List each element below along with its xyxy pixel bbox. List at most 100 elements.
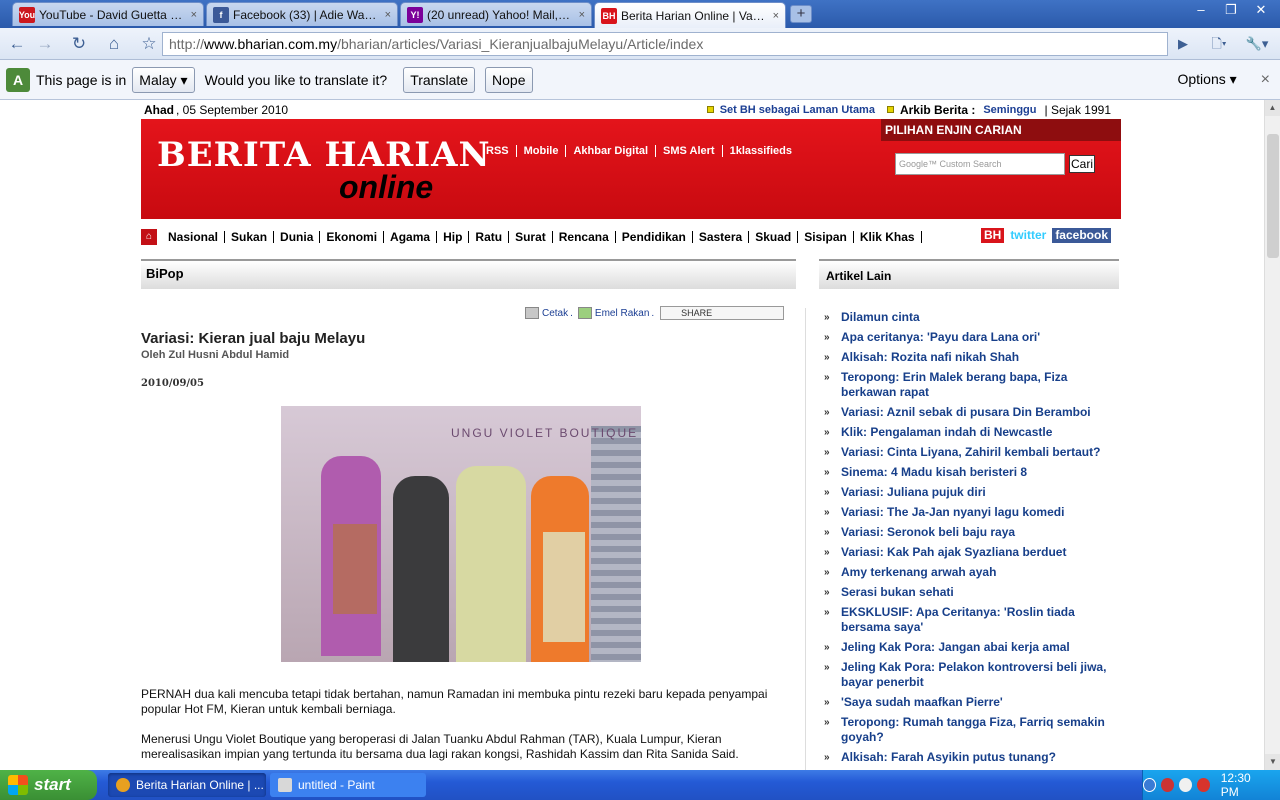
start-button[interactable]: start <box>0 770 97 800</box>
list-item[interactable]: » Teropong: Erin Malek berang bapa, Fiza … <box>824 370 1114 400</box>
page-menu-icon[interactable]: 🗋▾ <box>1204 33 1234 55</box>
tab-facebook[interactable]: f Facebook (33) | Adie Warid... × <box>206 2 398 26</box>
related-link[interactable]: EKSKLUSIF: Apa Ceritanya: 'Roslin tiada … <box>841 605 1075 634</box>
related-link[interactable]: Jeling Kak Pora: Pelakon kontroversi bel… <box>841 660 1106 689</box>
nav-item-surat[interactable]: Surat <box>509 231 553 243</box>
nav-item-klik-khas[interactable]: Klik Khas <box>854 231 922 243</box>
list-item[interactable]: » Variasi: Seronok beli baju raya <box>824 525 1114 540</box>
nav-item-sukan[interactable]: Sukan <box>225 231 275 243</box>
window-close-icon[interactable]: ✕ <box>1248 2 1274 18</box>
nav-item-rencana[interactable]: Rencana <box>553 231 616 243</box>
tab-youtube[interactable]: You YouTube - David Guetta & ... × <box>12 2 204 26</box>
printer-icon[interactable] <box>525 307 539 319</box>
list-item[interactable]: » EKSKLUSIF: Apa Ceritanya: 'Roslin tiada… <box>824 605 1114 635</box>
related-link[interactable]: Sinema: 4 Madu kisah beristeri 8 <box>841 465 1027 479</box>
related-link[interactable]: Teropong: Erin Malek berang bapa, Fiza b… <box>841 370 1067 399</box>
tray-security-icon[interactable] <box>1196 778 1210 792</box>
list-item[interactable]: » Klik: Pengalaman indah di Newcastle <box>824 425 1114 440</box>
new-tab-button[interactable]: + <box>790 5 812 23</box>
related-link[interactable]: Amy terkenang arwah ayah <box>841 565 996 579</box>
top-link-1klassifieds[interactable]: 1klassifieds <box>723 145 799 157</box>
translate-button[interactable]: Translate <box>403 66 476 93</box>
infobar-close-icon[interactable]: × <box>1261 71 1270 89</box>
list-item[interactable]: » Variasi: Cinta Liyana, Zahiril kembali … <box>824 445 1114 460</box>
scroll-down-icon[interactable]: ▼ <box>1265 754 1280 770</box>
related-link[interactable]: Variasi: Aznil sebak di pusara Din Beram… <box>841 405 1091 419</box>
taskbar-item-browser[interactable]: Berita Harian Online | ... <box>108 773 266 797</box>
minimize-icon[interactable]: – <box>1188 2 1214 18</box>
scroll-up-icon[interactable]: ▲ <box>1265 100 1280 116</box>
forward-icon[interactable]: → <box>34 33 56 55</box>
translate-options-menu[interactable]: Options ▾ <box>1177 71 1236 88</box>
twitter-icon[interactable]: twitter <box>1007 228 1050 243</box>
related-link[interactable]: 'Saya sudah maafkan Pierre' <box>841 695 1003 709</box>
related-link[interactable]: Klik: Pengalaman indah di Newcastle <box>841 425 1052 439</box>
nav-item-agama[interactable]: Agama <box>384 231 438 243</box>
nav-item-nasional[interactable]: Nasional <box>162 231 226 243</box>
search-input[interactable]: Google™ Custom Search <box>895 153 1065 175</box>
nav-item-skuad[interactable]: Skuad <box>749 231 799 243</box>
nav-item-pendidikan[interactable]: Pendidikan <box>616 231 693 243</box>
list-item[interactable]: » Variasi: Juliana pujuk diri <box>824 485 1114 500</box>
top-link-sms-alert[interactable]: SMS Alert <box>656 145 723 157</box>
facebook-icon[interactable]: facebook <box>1052 228 1111 243</box>
search-button[interactable]: Cari <box>1069 155 1095 173</box>
nav-item-ekonomi[interactable]: Ekonomi <box>320 231 385 243</box>
top-link-mobile[interactable]: Mobile <box>517 145 567 157</box>
tray-volume-icon[interactable] <box>1178 778 1192 792</box>
related-link[interactable]: Dilamun cinta <box>841 310 920 324</box>
nope-button[interactable]: Nope <box>485 66 533 93</box>
related-link[interactable]: Serasi bukan sehati <box>841 585 954 599</box>
list-item[interactable]: » Alkisah: Rozita nafi nikah Shah <box>824 350 1114 365</box>
list-item[interactable]: » Apa ceritanya: 'Payu dara Lana ori' <box>824 330 1114 345</box>
related-link[interactable]: Jeling Kak Pora: Jangan abai kerja amal <box>841 640 1070 654</box>
bh-social-icon[interactable]: BH <box>980 228 1005 243</box>
email-icon[interactable] <box>577 307 592 319</box>
related-link[interactable]: Variasi: Juliana pujuk diri <box>841 485 986 499</box>
archive-since-link[interactable]: | Sejak 1991 <box>1045 103 1112 117</box>
list-item[interactable]: » Variasi: Kak Pah ajak Syazliana berduet <box>824 545 1114 560</box>
close-icon[interactable]: × <box>773 10 779 22</box>
list-item[interactable]: » 'Saya sudah maafkan Pierre' <box>824 695 1114 710</box>
nav-item-sastera[interactable]: Sastera <box>693 231 750 243</box>
home-icon[interactable]: ⌂ <box>103 33 125 55</box>
list-item[interactable]: » Amy terkenang arwah ayah <box>824 565 1114 580</box>
nav-item-sisipan[interactable]: Sisipan <box>798 231 854 243</box>
tray-expand-icon[interactable] <box>1142 778 1157 792</box>
list-item[interactable]: » Jeling Kak Pora: Jangan abai kerja amal <box>824 640 1114 655</box>
tab-berita-harian[interactable]: BH Berita Harian Online | Varia... × <box>594 2 786 28</box>
close-icon[interactable]: × <box>191 9 197 21</box>
go-icon[interactable]: ▶ <box>1172 33 1194 55</box>
print-link[interactable]: Cetak <box>542 308 568 319</box>
related-link[interactable]: Variasi: Seronok beli baju raya <box>841 525 1015 539</box>
list-item[interactable]: » Variasi: The Ja-Jan nyanyi lagu komedi <box>824 505 1114 520</box>
tab-yahoo-mail[interactable]: Y! (20 unread) Yahoo! Mail, w... × <box>400 2 592 26</box>
set-homepage-link[interactable]: Set BH sebagai Laman Utama <box>720 104 875 116</box>
list-item[interactable]: » Dilamun cinta <box>824 310 1114 325</box>
related-link[interactable]: Apa ceritanya: 'Payu dara Lana ori' <box>841 330 1040 344</box>
home-icon[interactable]: ⌂ <box>141 229 157 245</box>
list-item[interactable]: » Sinema: 4 Madu kisah beristeri 8 <box>824 465 1114 480</box>
email-friend-link[interactable]: Emel Rakan <box>595 308 649 319</box>
scroll-thumb[interactable] <box>1267 134 1279 258</box>
share-button[interactable]: SHARE <box>660 306 785 320</box>
nav-item-hip[interactable]: Hip <box>437 231 470 243</box>
taskbar-item-paint[interactable]: untitled - Paint <box>270 773 426 797</box>
related-link[interactable]: Variasi: Cinta Liyana, Zahiril kembali b… <box>841 445 1100 459</box>
related-link[interactable]: Variasi: The Ja-Jan nyanyi lagu komedi <box>841 505 1064 519</box>
related-link[interactable]: Teropong: Rumah tangga Fiza, Farriq sema… <box>841 715 1105 744</box>
reload-icon[interactable]: ↻ <box>68 33 90 55</box>
list-item[interactable]: » Teropong: Rumah tangga Fiza, Farriq sem… <box>824 715 1114 745</box>
nav-item-ratu[interactable]: Ratu <box>469 231 510 243</box>
wrench-menu-icon[interactable]: 🔧▾ <box>1242 33 1272 55</box>
close-icon[interactable]: × <box>579 9 585 21</box>
site-logo-online[interactable]: online <box>339 169 433 206</box>
maximize-icon[interactable]: ❐ <box>1218 2 1244 18</box>
back-icon[interactable]: ← <box>6 33 28 55</box>
tray-network-icon[interactable] <box>1161 778 1174 792</box>
nav-item-dunia[interactable]: Dunia <box>274 231 321 243</box>
list-item[interactable]: » Variasi: Aznil sebak di pusara Din Bera… <box>824 405 1114 420</box>
related-link[interactable]: Variasi: Kak Pah ajak Syazliana berduet <box>841 545 1066 559</box>
list-item[interactable]: » Serasi bukan sehati <box>824 585 1114 600</box>
list-item[interactable]: » Alkisah: Farah Asyikin putus tunang? <box>824 750 1114 765</box>
